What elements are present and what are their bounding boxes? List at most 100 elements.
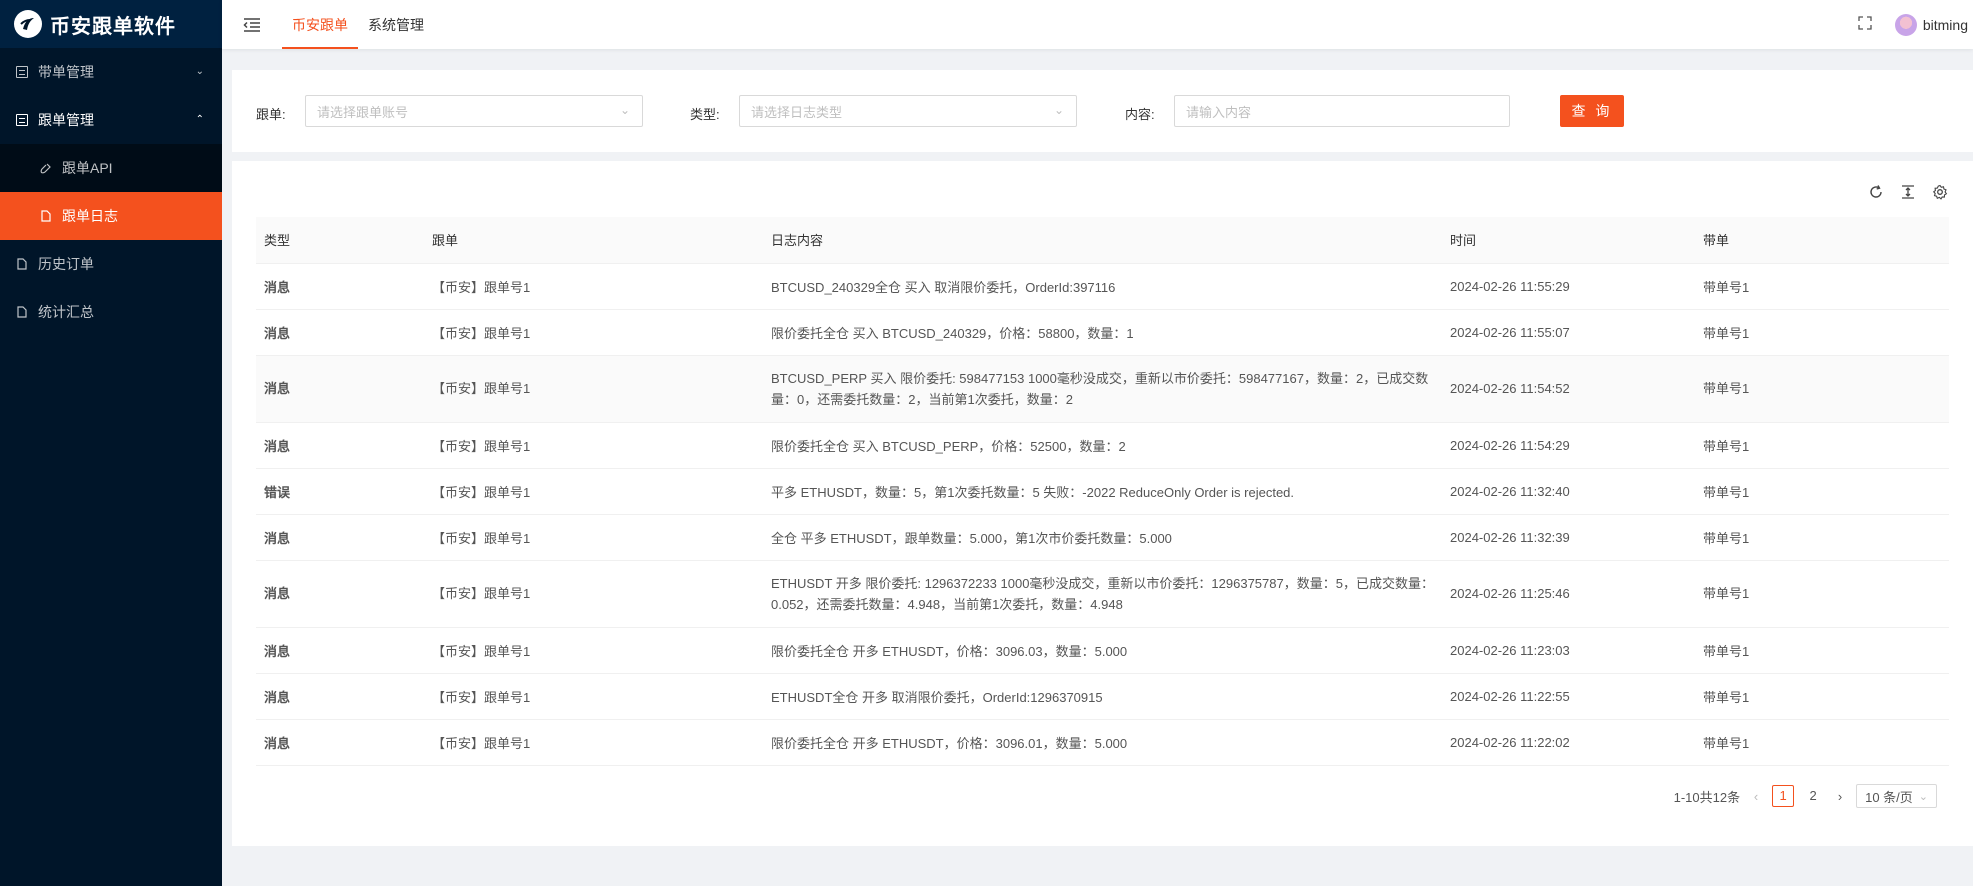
cell-follow: 【币安】跟单号1 [424,355,763,423]
sidebar-item-label: 跟单管理 [38,112,94,128]
file-icon [41,210,51,222]
page-1-button[interactable]: 1 [1772,785,1795,807]
select-placeholder: 请选择跟单账号 [317,104,409,120]
cell-follow: 【币安】跟单号1 [424,309,763,356]
submenu-follow: 跟单API 跟单日志 [0,144,222,240]
cell-content: ETHUSDT 开多 限价委托: 1296372233 1000毫秒没成交，重新… [763,560,1442,628]
fullscreen-icon[interactable] [1847,16,1883,33]
list-icon [16,66,28,78]
table-header-row: 类型 跟单 日志内容 时间 带单 [256,217,1949,264]
table-row[interactable]: 消息 【币安】跟单号1 ETHUSDT全仓 开多 取消限价委托，OrderId:… [256,673,1949,720]
input-placeholder: 请输入内容 [1186,104,1252,120]
table-row[interactable]: 消息 【币安】跟单号1 限价委托全仓 开多 ETHUSDT，价格：3096.03… [256,627,1949,674]
cell-time: 2024-02-26 11:54:29 [1442,422,1695,469]
tab-binance-follow[interactable]: 币安跟单 [282,0,358,49]
next-page-icon[interactable]: › [1832,789,1848,804]
file-icon [17,306,27,318]
cell-time: 2024-02-26 11:25:46 [1442,560,1695,628]
prev-page-icon[interactable]: ‹ [1748,789,1764,804]
follow-account-label: 跟单: [256,107,286,122]
cell-follow: 【币安】跟单号1 [424,422,763,469]
cell-time: 2024-02-26 11:22:55 [1442,673,1695,720]
sidebar-item-label: 历史订单 [38,256,94,272]
table-row[interactable]: 消息 【币安】跟单号1 限价委托全仓 买入 BTCUSD_PERP，价格：525… [256,422,1949,469]
sidebar-item-label: 带单管理 [38,64,94,80]
cell-lead: 带单号1 [1695,673,1949,720]
app-logo: 币安跟单软件 [0,0,222,48]
log-type-label: 类型: [690,107,720,122]
pagination-summary: 1-10共12条 [1673,789,1741,805]
sidebar-item-follow-management[interactable]: 跟单管理 ⌃ [0,96,222,144]
sidebar-item-follow-api[interactable]: 跟单API [0,144,222,192]
cell-type: 错误 [256,468,424,515]
cell-type: 消息 [256,355,424,423]
cell-type: 消息 [256,719,424,766]
table-row[interactable]: 消息 【币安】跟单号1 限价委托全仓 买入 BTCUSD_240329，价格：5… [256,309,1949,356]
table-row[interactable]: 消息 【币安】跟单号1 全仓 平多 ETHUSDT，跟单数量：5.000，第1次… [256,514,1949,561]
menu-fold-icon[interactable] [222,0,282,49]
cell-lead: 带单号1 [1695,309,1949,356]
cell-lead: 带单号1 [1695,263,1949,310]
cell-lead: 带单号1 [1695,719,1949,766]
query-button[interactable]: 查 询 [1560,95,1624,127]
cell-type: 消息 [256,673,424,720]
cell-content: 限价委托全仓 买入 BTCUSD_240329，价格：58800，数量：1 [763,309,1442,356]
table-row[interactable]: 消息 【币安】跟单号1 ETHUSDT 开多 限价委托: 1296372233 … [256,560,1949,628]
column-header-content[interactable]: 日志内容 [763,217,1442,264]
table-row[interactable]: 消息 【币安】跟单号1 BTCUSD_240329全仓 买入 取消限价委托，Or… [256,263,1949,310]
column-header-type[interactable]: 类型 [256,217,424,264]
column-height-icon[interactable] [1899,183,1917,201]
sidebar-item-follow-log[interactable]: 跟单日志 [0,192,222,240]
cell-time: 2024-02-26 11:55:29 [1442,263,1695,310]
cell-time: 2024-02-26 11:55:07 [1442,309,1695,356]
sidebar-item-statistics[interactable]: 统计汇总 [0,288,222,336]
chevron-up-icon: ⌃ [195,114,204,125]
select-placeholder: 请选择日志类型 [751,104,843,120]
gear-icon[interactable] [1931,183,1949,201]
log-table: 类型 跟单 日志内容 时间 带单 消息 【币安】跟单号1 BTCUSD_2403… [256,217,1949,766]
cell-content: BTCUSD_240329全仓 买入 取消限价委托，OrderId:397116 [763,263,1442,310]
cell-content: 平多 ETHUSDT，数量：5，第1次委托数量：5 失败：-2022 Reduc… [763,468,1442,515]
page-size-select[interactable]: 10 条/页 ⌄ [1856,784,1937,808]
cell-follow: 【币安】跟单号1 [424,627,763,674]
table-row[interactable]: 消息 【币安】跟单号1 BTCUSD_PERP 买入 限价委托: 5984771… [256,355,1949,423]
page-size-value: 10 条/页 [1865,789,1913,805]
column-header-time[interactable]: 时间 [1442,217,1695,264]
page-2-button[interactable]: 2 [1802,785,1824,807]
tab-system-management[interactable]: 系统管理 [358,0,434,49]
refresh-icon[interactable] [1867,183,1885,201]
chevron-down-icon: ⌄ [195,66,204,77]
sidebar: 币安跟单软件 带单管理 ⌄ 跟单管理 ⌃ 跟单API 跟单日志 历史订单 统计汇… [0,0,222,886]
sidebar-item-lead-management[interactable]: 带单管理 ⌄ [0,48,222,96]
follow-account-select[interactable]: 请选择跟单账号 ⌄ [305,95,643,127]
cell-content: 限价委托全仓 买入 BTCUSD_PERP，价格：52500，数量：2 [763,422,1442,469]
cell-time: 2024-02-26 11:22:02 [1442,719,1695,766]
column-header-follow[interactable]: 跟单 [424,217,763,264]
chevron-down-icon: ⌄ [619,103,630,117]
username[interactable]: bitming [1923,17,1968,33]
link-icon [40,163,51,174]
content-input[interactable]: 请输入内容 [1174,95,1510,127]
cell-follow: 【币安】跟单号1 [424,560,763,628]
table-row[interactable]: 消息 【币安】跟单号1 限价委托全仓 开多 ETHUSDT，价格：3096.01… [256,719,1949,766]
header-right: bitming [1847,0,1973,49]
cell-lead: 带单号1 [1695,422,1949,469]
table-row[interactable]: 错误 【币安】跟单号1 平多 ETHUSDT，数量：5，第1次委托数量：5 失败… [256,468,1949,515]
cell-type: 消息 [256,514,424,561]
avatar[interactable] [1894,13,1917,36]
log-table-card: 类型 跟单 日志内容 时间 带单 消息 【币安】跟单号1 BTCUSD_2403… [232,161,1973,846]
cell-lead: 带单号1 [1695,468,1949,515]
cell-time: 2024-02-26 11:32:40 [1442,468,1695,515]
cell-follow: 【币安】跟单号1 [424,263,763,310]
cell-time: 2024-02-26 11:32:39 [1442,514,1695,561]
sidebar-item-label: 统计汇总 [38,304,94,320]
cell-type: 消息 [256,627,424,674]
cell-time: 2024-02-26 11:23:03 [1442,627,1695,674]
cell-content: ETHUSDT全仓 开多 取消限价委托，OrderId:1296370915 [763,673,1442,720]
cell-lead: 带单号1 [1695,560,1949,628]
list-icon [16,114,28,126]
search-form: 跟单: 请选择跟单账号 ⌄ 类型: 请选择日志类型 ⌄ 内容: 请输入内容 查 … [232,70,1973,152]
sidebar-item-history-orders[interactable]: 历史订单 [0,240,222,288]
column-header-lead[interactable]: 带单 [1695,217,1949,264]
log-type-select[interactable]: 请选择日志类型 ⌄ [739,95,1077,127]
